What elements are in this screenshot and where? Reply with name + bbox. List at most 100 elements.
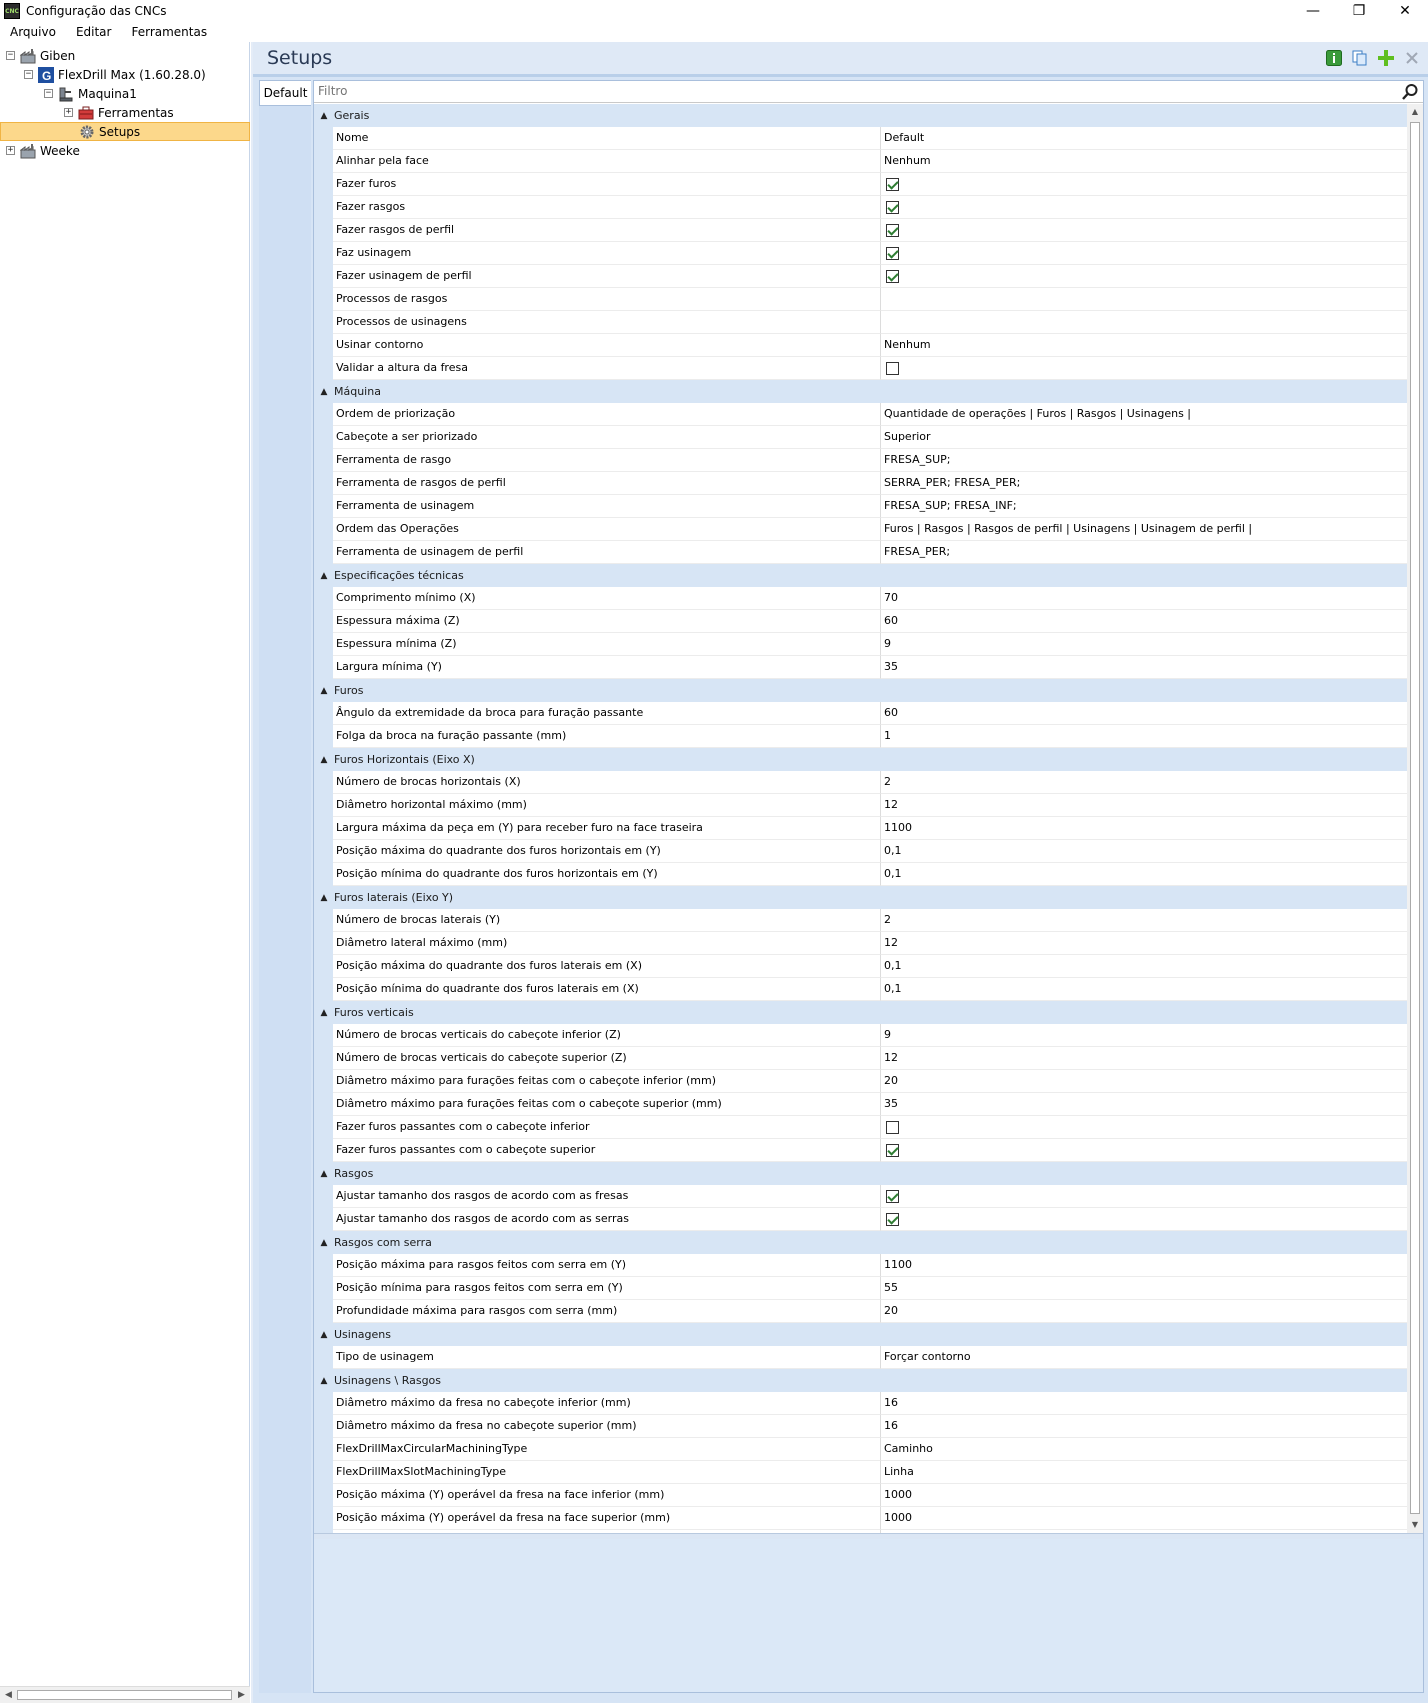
property-value[interactable]: [881, 219, 1407, 242]
property-row[interactable]: Fazer furos passantes com o cabeçote inf…: [314, 1116, 1407, 1139]
property-row[interactable]: FlexDrillMaxCircularMachiningType Caminho: [314, 1438, 1407, 1461]
search-icon[interactable]: [1401, 83, 1419, 101]
collapse-chevron-icon[interactable]: ▲: [314, 1376, 334, 1386]
category-header[interactable]: ▲ Furos Horizontais (Eixo X): [314, 748, 1407, 771]
property-checkbox[interactable]: [886, 1190, 899, 1203]
property-value[interactable]: 60: [881, 610, 1407, 633]
category-header[interactable]: ▲ Gerais: [314, 104, 1407, 127]
property-row[interactable]: Posição mínima para rasgos feitos com se…: [314, 1277, 1407, 1300]
property-row[interactable]: Número de brocas horizontais (X) 2: [314, 771, 1407, 794]
property-name[interactable]: Número de brocas verticais do cabeçote s…: [333, 1047, 881, 1070]
property-name[interactable]: Posição mínima para rasgos feitos com se…: [333, 1277, 881, 1300]
property-row[interactable]: Fazer usinagem de perfil: [314, 265, 1407, 288]
property-name[interactable]: Largura máxima da peça em (Y) para receb…: [333, 817, 881, 840]
property-value[interactable]: [881, 288, 1407, 311]
property-row[interactable]: Posição máxima do quadrante dos furos ho…: [314, 840, 1407, 863]
property-checkbox[interactable]: [886, 1213, 899, 1226]
property-name[interactable]: Posição máxima do quadrante dos furos ho…: [333, 840, 881, 863]
property-value[interactable]: 1000: [881, 1507, 1407, 1530]
collapse-chevron-icon[interactable]: ▲: [314, 387, 334, 397]
collapse-icon[interactable]: −: [6, 51, 15, 60]
property-row[interactable]: Ajustar tamanho dos rasgos de acordo com…: [314, 1185, 1407, 1208]
property-name[interactable]: Validar a altura da fresa: [333, 357, 881, 380]
property-name[interactable]: Fazer rasgos: [333, 196, 881, 219]
copy-icon[interactable]: [1350, 48, 1370, 68]
property-row[interactable]: Comprimento mínimo (X) 70: [314, 587, 1407, 610]
property-row[interactable]: Diâmetro máximo para furações feitas com…: [314, 1070, 1407, 1093]
property-name[interactable]: Diâmetro horizontal máximo (mm): [333, 794, 881, 817]
property-value[interactable]: [881, 311, 1407, 334]
property-row[interactable]: Ajustar tamanho dos rasgos de acordo com…: [314, 1208, 1407, 1231]
property-value[interactable]: 1: [881, 725, 1407, 748]
property-value[interactable]: [881, 242, 1407, 265]
category-header[interactable]: ▲ Rasgos com serra: [314, 1231, 1407, 1254]
property-row[interactable]: Folga da broca na furação passante (mm) 1: [314, 725, 1407, 748]
scroll-thumb[interactable]: [17, 1690, 232, 1700]
property-value[interactable]: FRESA_SUP;: [881, 449, 1407, 472]
property-value[interactable]: 9: [881, 633, 1407, 656]
property-row[interactable]: Cabeçote a ser priorizado Superior: [314, 426, 1407, 449]
property-row[interactable]: Largura máxima da peça em (Y) para receb…: [314, 817, 1407, 840]
property-row[interactable]: Diâmetro lateral máximo (mm) 12: [314, 932, 1407, 955]
property-value[interactable]: [881, 196, 1407, 219]
collapse-chevron-icon[interactable]: ▲: [314, 1238, 334, 1248]
property-name[interactable]: Ordem de priorização: [333, 403, 881, 426]
grid-vertical-scrollbar[interactable]: ▲ ▼: [1407, 104, 1423, 1533]
property-value[interactable]: 16: [881, 1392, 1407, 1415]
property-row[interactable]: Espessura máxima (Z) 60: [314, 610, 1407, 633]
property-row[interactable]: FlexDrillMaxSlotMachiningType Linha: [314, 1461, 1407, 1484]
property-row[interactable]: Fazer furos passantes com o cabeçote sup…: [314, 1139, 1407, 1162]
tree-item-weeke[interactable]: + Weeke: [6, 141, 80, 160]
property-name[interactable]: Posição mínima do quadrante dos furos la…: [333, 978, 881, 1001]
collapse-chevron-icon[interactable]: ▲: [314, 686, 334, 696]
property-name[interactable]: Folga da broca na furação passante (mm): [333, 725, 881, 748]
property-row[interactable]: Diâmetro máximo para furações feitas com…: [314, 1093, 1407, 1116]
property-row[interactable]: Ferramenta de rasgo FRESA_SUP;: [314, 449, 1407, 472]
property-value[interactable]: 0,1: [881, 955, 1407, 978]
collapse-chevron-icon[interactable]: ▲: [314, 1008, 334, 1018]
property-row[interactable]: Número de brocas verticais do cabeçote i…: [314, 1024, 1407, 1047]
collapse-icon[interactable]: −: [44, 89, 53, 98]
property-value[interactable]: 70: [881, 587, 1407, 610]
property-value[interactable]: Nenhum: [881, 150, 1407, 173]
property-name[interactable]: Diâmetro lateral máximo (mm): [333, 932, 881, 955]
property-value[interactable]: [881, 1116, 1407, 1139]
property-value[interactable]: Forçar contorno: [881, 1346, 1407, 1369]
property-name[interactable]: Ajustar tamanho dos rasgos de acordo com…: [333, 1208, 881, 1231]
property-name[interactable]: Posição máxima do quadrante dos furos la…: [333, 955, 881, 978]
collapse-chevron-icon[interactable]: ▲: [314, 111, 334, 121]
property-name[interactable]: Alinhar pela face: [333, 150, 881, 173]
property-name[interactable]: Número de brocas verticais do cabeçote i…: [333, 1024, 881, 1047]
tree-item-setups[interactable]: Setups: [0, 122, 250, 141]
property-name[interactable]: Posição máxima (Y) operável da fresa na …: [333, 1484, 881, 1507]
property-name[interactable]: Ferramenta de rasgos de perfil: [333, 472, 881, 495]
property-value[interactable]: 2: [881, 771, 1407, 794]
property-value[interactable]: 12: [881, 932, 1407, 955]
menu-ferramentas[interactable]: Ferramentas: [121, 22, 217, 42]
property-value[interactable]: 1100: [881, 1254, 1407, 1277]
collapse-chevron-icon[interactable]: ▲: [314, 1330, 334, 1340]
property-row[interactable]: Fazer furos: [314, 173, 1407, 196]
property-value[interactable]: Default: [881, 127, 1407, 150]
property-value[interactable]: [881, 357, 1407, 380]
property-checkbox[interactable]: [886, 270, 899, 283]
property-value[interactable]: 1000: [881, 1484, 1407, 1507]
property-value[interactable]: 9: [881, 1024, 1407, 1047]
property-value[interactable]: 35: [881, 656, 1407, 679]
scroll-left-icon[interactable]: ◀: [0, 1687, 17, 1703]
property-row[interactable]: Nome Default: [314, 127, 1407, 150]
property-name[interactable]: Diâmetro máximo para furações feitas com…: [333, 1093, 881, 1116]
property-row[interactable]: Ferramenta de usinagem FRESA_SUP; FRESA_I…: [314, 495, 1407, 518]
tab-default[interactable]: Default: [259, 80, 311, 106]
close-window-button[interactable]: ✕: [1382, 0, 1428, 22]
add-icon[interactable]: [1376, 48, 1396, 68]
category-header[interactable]: ▲ Usinagens \ Rasgos: [314, 1369, 1407, 1392]
property-row[interactable]: Faz usinagem: [314, 242, 1407, 265]
property-value[interactable]: Superior: [881, 426, 1407, 449]
property-value[interactable]: FRESA_SUP; FRESA_INF;: [881, 495, 1407, 518]
property-value[interactable]: [881, 173, 1407, 196]
property-name[interactable]: Fazer furos passantes com o cabeçote sup…: [333, 1139, 881, 1162]
tree-item-flexdrill[interactable]: − G FlexDrill Max (1.60.28.0): [24, 65, 206, 84]
property-name[interactable]: Ferramenta de rasgo: [333, 449, 881, 472]
property-name[interactable]: FlexDrillMaxCircularMachiningType: [333, 1438, 881, 1461]
